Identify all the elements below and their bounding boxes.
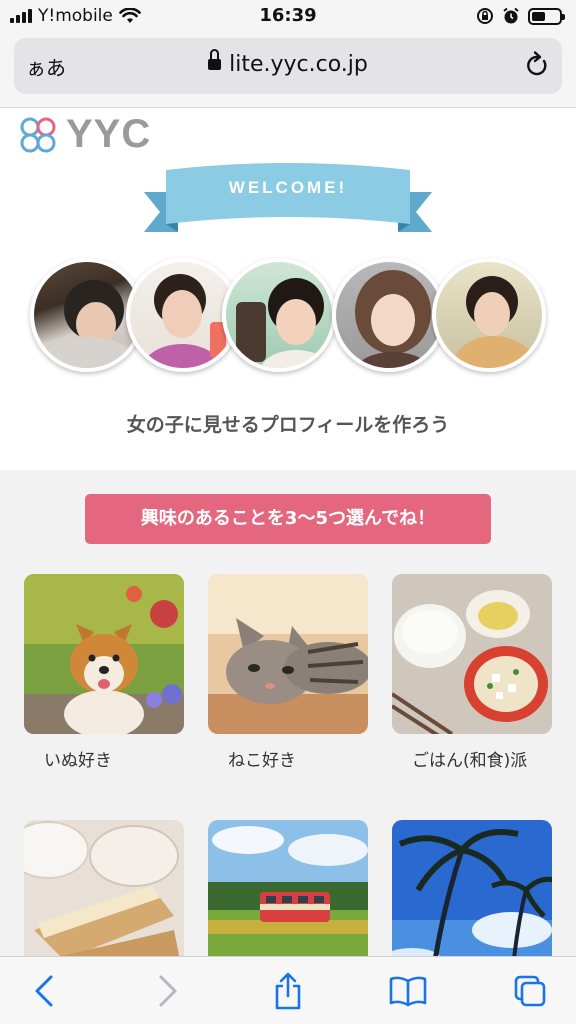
- browser-toolbar: [0, 956, 576, 1024]
- web-page: YYC WELCOME! 女の子に見せるプロフィールを作ろう 興味のあることを3…: [0, 108, 576, 956]
- hero-section: YYC WELCOME! 女の子に見せるプロフィールを作ろう: [0, 108, 576, 470]
- url-display[interactable]: lite.yyc.co.jp: [14, 49, 562, 77]
- welcome-ribbon: WELCOME!: [144, 162, 432, 246]
- share-icon: [275, 972, 301, 1010]
- reload-icon[interactable]: [524, 50, 550, 80]
- profile-photo: [222, 258, 336, 372]
- profile-photo: [432, 258, 546, 372]
- welcome-text: WELCOME!: [228, 178, 348, 197]
- interest-tile-japanese-food[interactable]: [392, 574, 552, 734]
- forward-button[interactable]: [148, 971, 188, 1011]
- url-text: lite.yyc.co.jp: [229, 52, 368, 77]
- interest-label: ごはん(和食)派: [412, 751, 528, 771]
- hero-caption: 女の子に見せるプロフィールを作ろう: [126, 414, 450, 436]
- browser-address-area: ぁあ lite.yyc.co.jp: [0, 34, 576, 108]
- tabs-icon: [514, 975, 546, 1007]
- profile-photos: [0, 258, 576, 388]
- status-bar: Y!mobile 16:39: [0, 0, 576, 34]
- address-bar[interactable]: ぁあ lite.yyc.co.jp: [14, 38, 562, 94]
- select-interests-button[interactable]: 興味のあることを3〜5つ選んでね！: [85, 494, 491, 544]
- interest-tile-beach[interactable]: [392, 820, 552, 956]
- logo-text: YYC: [66, 112, 152, 156]
- clover-logo-icon: [20, 117, 56, 152]
- interest-tile-train-travel[interactable]: [208, 820, 368, 956]
- share-button[interactable]: [268, 971, 308, 1011]
- tabs-button[interactable]: [510, 971, 550, 1011]
- back-icon: [35, 975, 53, 1007]
- lock-icon: [208, 49, 222, 72]
- yyc-logo[interactable]: YYC: [18, 112, 151, 157]
- interest-tile-dog[interactable]: [24, 574, 184, 734]
- interest-label: いぬ好き: [44, 751, 112, 771]
- back-button[interactable]: [24, 971, 64, 1011]
- battery-icon: [528, 7, 565, 25]
- alarm-icon: [503, 7, 519, 24]
- forward-icon: [159, 975, 177, 1007]
- bookmarks-button[interactable]: [388, 971, 428, 1011]
- profile-photo: [332, 258, 446, 372]
- interest-label: ねこ好き: [228, 751, 296, 771]
- interest-tile-bread[interactable]: [24, 820, 184, 956]
- rotation-lock-icon: [477, 8, 493, 24]
- interest-tile-cat[interactable]: [208, 574, 368, 734]
- bookmarks-icon: [389, 976, 427, 1007]
